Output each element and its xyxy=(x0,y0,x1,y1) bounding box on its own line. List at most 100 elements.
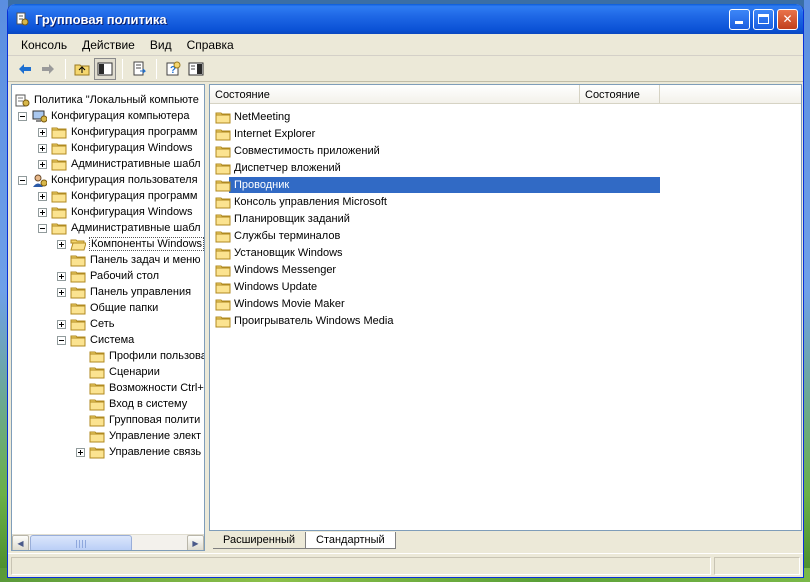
folder-icon xyxy=(89,382,105,395)
collapse-minus-icon[interactable] xyxy=(18,111,27,121)
list-pane[interactable]: Состояние Состояние NetMeeting Internet E… xyxy=(209,84,802,531)
export-list-button[interactable] xyxy=(128,58,150,80)
expand-plus-icon[interactable] xyxy=(57,319,66,329)
menu-console[interactable]: Консоль xyxy=(14,38,74,52)
forward-icon xyxy=(42,63,54,74)
tree-item[interactable]: Конфигурация программ xyxy=(38,124,198,140)
list-item[interactable]: Проводник xyxy=(215,177,660,193)
tree-item-label: Сеть xyxy=(90,318,115,330)
tree-item[interactable]: Возможности Ctrl+ xyxy=(76,380,204,396)
list-item[interactable]: Диспетчер вложений xyxy=(215,160,343,176)
collapse-minus-icon[interactable] xyxy=(57,335,66,345)
tree-item[interactable]: Профили пользова xyxy=(76,348,204,364)
close-button[interactable]: ✕ xyxy=(777,8,798,30)
toolbar-separator xyxy=(156,58,157,79)
collapse-minus-icon[interactable] xyxy=(38,223,47,233)
tab-standard[interactable]: Стандартный xyxy=(305,532,396,549)
maximize-button[interactable] xyxy=(753,8,774,30)
list-item-label: Установщик Windows xyxy=(234,246,343,259)
tree-item[interactable]: Административные шабл xyxy=(38,156,202,172)
list-item[interactable]: Планировщик заданий xyxy=(215,211,352,227)
folder-icon xyxy=(51,190,67,203)
tree-item[interactable]: Конфигурация Windows xyxy=(38,204,194,220)
list-item[interactable]: Windows Messenger xyxy=(215,262,338,278)
tree-item[interactable]: Панель задач и меню xyxy=(57,252,202,268)
expand-plus-icon[interactable] xyxy=(38,207,47,217)
close-icon: ✕ xyxy=(782,12,793,26)
tree-item[interactable]: Сценарии xyxy=(76,364,161,380)
menu-bar: Консоль Действие Вид Справка xyxy=(8,34,803,56)
menu-help[interactable]: Справка xyxy=(180,38,241,52)
tree-pane[interactable]: Политика "Локальный компьюте Конфигурация… xyxy=(11,84,205,551)
up-folder-button[interactable] xyxy=(71,58,93,80)
tree-item[interactable]: Сеть xyxy=(57,316,115,332)
tree-item[interactable]: Групповая полити xyxy=(76,412,201,428)
tree-item[interactable]: Конфигурация программ xyxy=(38,188,198,204)
list-item[interactable]: Службы терминалов xyxy=(215,228,342,244)
show-hide-tree-button[interactable] xyxy=(94,57,116,80)
forward-button[interactable] xyxy=(37,58,59,80)
help-button[interactable]: ? xyxy=(162,58,184,80)
tree-item[interactable]: Конфигурация пользователя xyxy=(18,172,199,188)
minimize-icon xyxy=(735,20,743,24)
tab-extended[interactable]: Расширенный xyxy=(213,532,305,549)
scroll-right-button[interactable]: ▶ xyxy=(187,535,204,550)
list-item[interactable]: NetMeeting xyxy=(215,109,292,125)
expand-plus-icon[interactable] xyxy=(76,447,85,457)
expand-plus-icon[interactable] xyxy=(38,127,47,137)
folder-icon xyxy=(215,162,231,175)
expand-plus-icon[interactable] xyxy=(57,239,66,249)
tree-item[interactable]: Компоненты Windows xyxy=(57,236,204,252)
expand-plus-icon[interactable] xyxy=(57,271,66,281)
tree-item[interactable]: Общие папки xyxy=(57,300,159,316)
expand-plus-icon[interactable] xyxy=(38,191,47,201)
properties-button[interactable] xyxy=(185,58,207,80)
list-item[interactable]: Windows Update xyxy=(215,279,319,295)
tree-item[interactable]: Панель управления xyxy=(57,284,192,300)
scroll-thumb[interactable] xyxy=(30,535,132,550)
tree-item[interactable]: Конфигурация компьютера xyxy=(18,108,190,124)
list-item-label: Internet Explorer xyxy=(234,127,316,140)
tree-item[interactable]: Политика "Локальный компьюте xyxy=(14,92,200,108)
folder-open-icon xyxy=(70,238,86,251)
tree-item[interactable]: Управление связь xyxy=(76,444,202,460)
help-icon: ? xyxy=(166,61,181,76)
list-item[interactable]: Internet Explorer xyxy=(215,126,317,142)
tree-item[interactable]: Система xyxy=(57,332,135,348)
column-header-name[interactable]: Состояние xyxy=(210,85,580,104)
tree-item[interactable]: Управление элект xyxy=(76,428,202,444)
list-item[interactable]: Совместимость приложений xyxy=(215,143,382,159)
list-item[interactable]: Установщик Windows xyxy=(215,245,345,261)
folder-icon xyxy=(89,414,105,427)
expand-plus-icon[interactable] xyxy=(38,159,47,169)
tree-item[interactable]: Вход в систему xyxy=(76,396,188,412)
list-item-label: Windows Update xyxy=(234,280,318,293)
folder-icon xyxy=(215,281,231,294)
scroll-left-button[interactable]: ◀ xyxy=(12,535,29,550)
collapse-minus-icon[interactable] xyxy=(18,175,27,185)
list-item[interactable]: Windows Movie Maker xyxy=(215,296,347,312)
desktop-background-right xyxy=(804,0,810,582)
menu-action[interactable]: Действие xyxy=(75,38,142,52)
show-hide-tree-icon xyxy=(97,62,113,75)
tree-item[interactable]: Административные шабл xyxy=(38,220,202,236)
tree-horizontal-scrollbar[interactable]: ◀ ▶ xyxy=(12,534,204,550)
list-item[interactable]: Консоль управления Microsoft xyxy=(215,194,389,210)
folder-icon xyxy=(89,350,105,363)
folder-icon xyxy=(215,230,231,243)
list-item-label: Совместимость приложений xyxy=(234,144,380,157)
folder-icon xyxy=(70,286,86,299)
column-header-state[interactable]: Состояние xyxy=(580,85,660,104)
tree-item[interactable]: Рабочий стол xyxy=(57,268,160,284)
expand-plus-icon[interactable] xyxy=(57,287,66,297)
menu-view[interactable]: Вид xyxy=(143,38,179,52)
tree-item-label: Управление связь xyxy=(109,446,202,458)
title-bar[interactable]: Групповая политика ✕ xyxy=(8,4,803,34)
list-item[interactable]: Проигрыватель Windows Media xyxy=(215,313,395,329)
expand-plus-icon[interactable] xyxy=(38,143,47,153)
tree-item[interactable]: Конфигурация Windows xyxy=(38,140,194,156)
minimize-button[interactable] xyxy=(729,8,750,30)
back-button[interactable] xyxy=(14,58,36,80)
